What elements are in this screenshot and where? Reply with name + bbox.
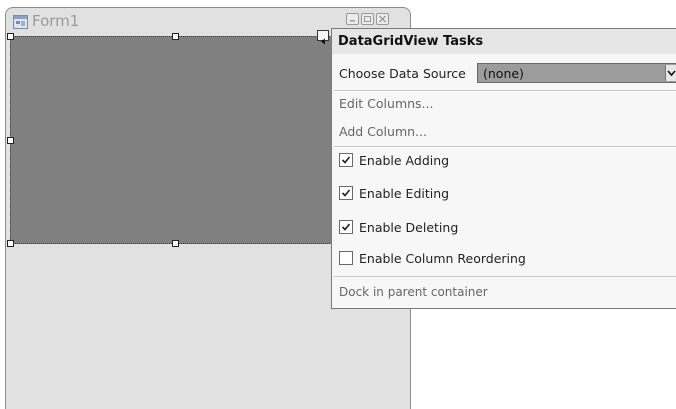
resize-handle-top-left[interactable] — [7, 33, 14, 40]
resize-handle-bottom-left[interactable] — [7, 240, 14, 247]
add-column-link[interactable]: Add Column... — [339, 124, 427, 139]
form-icon — [13, 14, 28, 29]
close-icon[interactable] — [376, 13, 389, 25]
minimize-icon[interactable] — [346, 13, 359, 25]
resize-handle-left[interactable] — [7, 137, 14, 144]
enable-editing-label: Enable Editing — [359, 186, 450, 201]
enable-editing-checkbox[interactable] — [339, 186, 353, 200]
datagridview-tasks-panel: DataGridView Tasks Choose Data Source (n… — [331, 28, 676, 309]
smart-tag-glyph[interactable] — [317, 30, 329, 45]
maximize-icon[interactable] — [361, 13, 374, 25]
enable-adding-label: Enable Adding — [359, 153, 450, 168]
enable-adding-checkbox[interactable] — [339, 153, 353, 167]
enable-deleting-label: Enable Deleting — [359, 220, 459, 235]
choose-data-source-label: Choose Data Source — [339, 66, 466, 81]
resize-handle-bottom[interactable] — [172, 240, 179, 247]
enable-column-reordering-checkbox[interactable] — [339, 251, 353, 265]
dock-in-parent-link[interactable]: Dock in parent container — [339, 285, 488, 299]
separator — [334, 146, 676, 147]
datagridview-control[interactable] — [10, 36, 332, 244]
enable-column-reordering-label: Enable Column Reordering — [359, 251, 526, 266]
panel-title: DataGridView Tasks — [338, 34, 484, 49]
edit-columns-link[interactable]: Edit Columns... — [339, 96, 433, 111]
data-source-value: (none) — [483, 66, 524, 81]
separator — [334, 276, 676, 277]
data-source-dropdown[interactable]: (none) — [477, 63, 676, 83]
panel-header: DataGridView Tasks — [332, 29, 676, 54]
separator — [334, 90, 676, 91]
form-title: Form1 — [32, 12, 80, 30]
chevron-down-icon[interactable] — [665, 65, 676, 81]
enable-deleting-checkbox[interactable] — [339, 220, 353, 234]
resize-handle-top[interactable] — [172, 33, 179, 40]
